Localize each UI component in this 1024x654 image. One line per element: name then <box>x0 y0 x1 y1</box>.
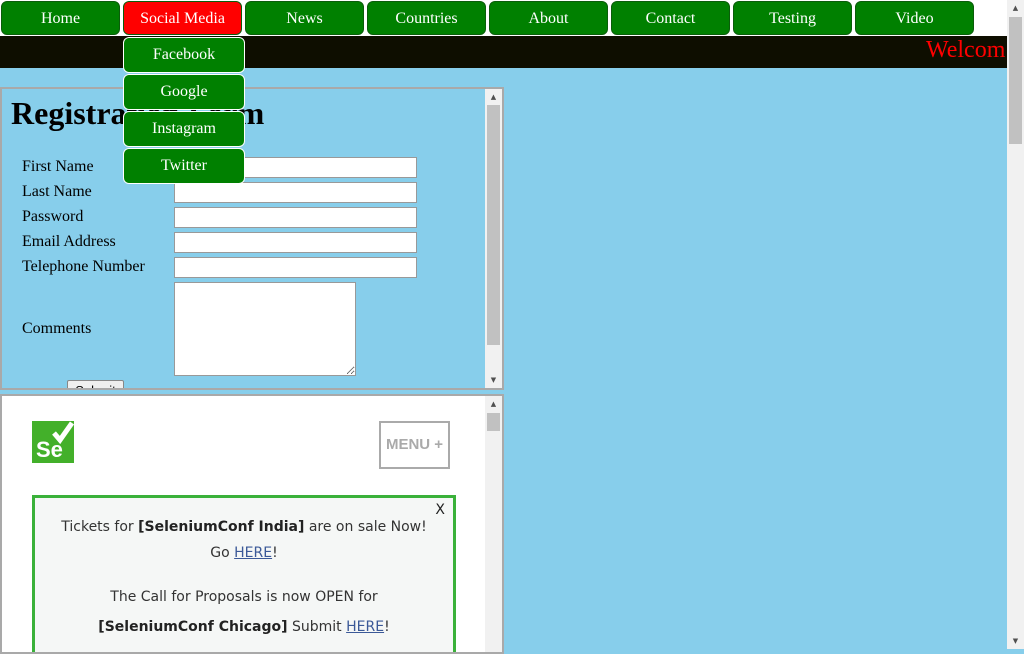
dropdown-item-facebook[interactable]: Facebook <box>123 37 245 73</box>
scroll-up-icon[interactable]: ▲ <box>485 89 502 105</box>
email-input[interactable] <box>174 232 417 253</box>
notice-india-link[interactable]: HERE <box>234 545 272 561</box>
dropdown-item-google[interactable]: Google <box>123 74 245 110</box>
selenium-logo[interactable]: Se <box>32 421 74 463</box>
close-notice-button[interactable]: X <box>435 502 445 518</box>
top-nav: Home Social Media News Countries About C… <box>0 0 1007 36</box>
nav-news[interactable]: News <box>245 1 364 35</box>
registration-frame-scrollbar[interactable]: ▲ ▼ <box>485 89 502 388</box>
selenium-frame-scrollbar[interactable]: ▲ <box>485 396 502 652</box>
email-label: Email Address <box>22 233 116 250</box>
dropdown-item-twitter[interactable]: Twitter <box>123 148 245 184</box>
comments-label: Comments <box>22 320 92 337</box>
page-scrollbar[interactable]: ▲ ▼ <box>1007 0 1024 649</box>
menu-button[interactable]: MENU + <box>379 421 450 469</box>
nav-about[interactable]: About <box>489 1 608 35</box>
scroll-up-icon[interactable]: ▲ <box>485 396 502 412</box>
notice-chicago-link[interactable]: HERE <box>346 619 384 635</box>
scroll-down-icon[interactable]: ▼ <box>1007 633 1024 649</box>
dropdown-item-instagram[interactable]: Instagram <box>123 111 245 147</box>
nav-testing[interactable]: Testing <box>733 1 852 35</box>
nav-video[interactable]: Video <box>855 1 974 35</box>
submit-button[interactable]: Submit <box>67 380 124 388</box>
scroll-down-icon[interactable]: ▼ <box>485 372 502 388</box>
welcome-marquee-text: Welcom <box>926 37 1006 63</box>
nav-social-media[interactable]: Social Media <box>123 1 242 35</box>
conference-notice: X Tickets for [SeleniumConf India] are o… <box>32 495 456 652</box>
notice-india: Tickets for [SeleniumConf India] are on … <box>61 519 427 561</box>
notice-chicago: The Call for Proposals is now OPEN for [… <box>98 589 390 635</box>
scrollbar-thumb[interactable] <box>487 105 500 345</box>
password-label: Password <box>22 208 84 225</box>
first-name-label: First Name <box>22 158 94 175</box>
comments-textarea[interactable] <box>174 282 356 376</box>
last-name-label: Last Name <box>22 183 92 200</box>
selenium-frame: Se MENU + X Tickets for [SeleniumConf In… <box>0 394 504 654</box>
scrollbar-thumb[interactable] <box>1009 17 1022 144</box>
telephone-label: Telephone Number <box>22 258 145 275</box>
selenium-logo-text: Se <box>36 437 63 462</box>
nav-countries[interactable]: Countries <box>367 1 486 35</box>
scroll-up-icon[interactable]: ▲ <box>1007 0 1024 16</box>
password-input[interactable] <box>174 207 417 228</box>
last-name-input[interactable] <box>174 182 417 203</box>
scrollbar-thumb[interactable] <box>487 413 500 431</box>
nav-contact[interactable]: Contact <box>611 1 730 35</box>
registration-frame: Registration Form First Name Last Name P… <box>0 87 504 390</box>
nav-home[interactable]: Home <box>1 1 120 35</box>
telephone-input[interactable] <box>174 257 417 278</box>
